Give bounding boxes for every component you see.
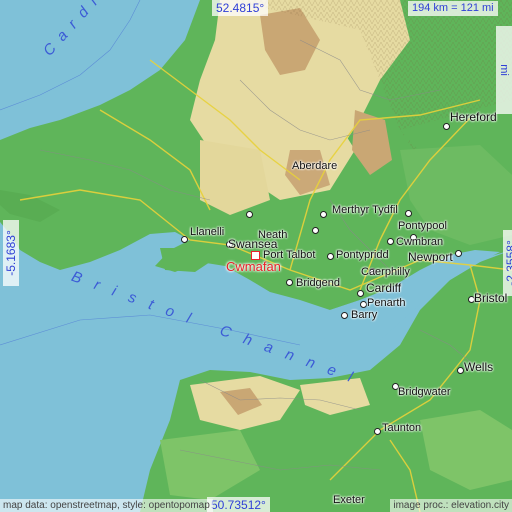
place-dot (374, 428, 381, 435)
place-dot (320, 211, 327, 218)
map-canvas[interactable]: Cardigan Bristol Channel 52.4815° 50.735… (0, 0, 512, 512)
place-dot (286, 279, 293, 286)
place-dot (387, 238, 394, 245)
place-label-hereford: Hereford (450, 110, 497, 124)
south-coord: 50.73512° (207, 497, 270, 512)
place-dot (360, 301, 367, 308)
place-label-taunton: Taunton (382, 422, 422, 434)
place-label-caerphilly: Caerphilly (361, 266, 410, 278)
place-label-merthyr-tydfil: Merthyr Tydfil (332, 204, 398, 216)
place-label-pontypridd: Pontypridd (336, 249, 389, 261)
west-coord: -5.1683° (3, 220, 19, 286)
east-coord: -2.3558° (503, 230, 512, 296)
map-credits: map data: openstreetmap, style: opentopo… (0, 499, 213, 512)
place-label-cwmbran: Cwmbran (396, 236, 444, 248)
highlighted-place-label: Cwmafan (226, 259, 281, 274)
place-dot (357, 290, 364, 297)
place-label-cardiff: Cardiff (366, 281, 402, 295)
place-label-bridgend: Bridgend (296, 277, 341, 289)
scale-label-side: 194 km = 121 mi (496, 26, 512, 114)
place-label-bridgwater: Bridgwater (398, 386, 451, 398)
place-dot (457, 367, 464, 374)
north-coord: 52.4815° (212, 0, 269, 16)
scale-label-top: 194 km = 121 mi (408, 1, 498, 16)
place-label-bristol: Bristol (474, 291, 508, 305)
place-dot (246, 211, 253, 218)
place-label-exeter: Exeter (333, 494, 365, 506)
place-dot (327, 253, 334, 260)
place-label-llanelli: Llanelli (190, 226, 225, 238)
image-credits: image proc.: elevation.city (390, 499, 512, 512)
place-label-wells: Wells (464, 360, 494, 374)
place-dot (312, 227, 319, 234)
place-dot (455, 250, 462, 257)
place-dot (405, 210, 412, 217)
place-label-barry: Barry (351, 309, 378, 321)
place-label-aberdare: Aberdare (292, 160, 338, 172)
place-dot (341, 312, 348, 319)
place-label-newport: Newport (408, 250, 453, 264)
place-dot (181, 236, 188, 243)
place-label-pontypool: Pontypool (398, 220, 447, 232)
place-label-penarth: Penarth (367, 297, 406, 309)
place-dot (443, 123, 450, 130)
